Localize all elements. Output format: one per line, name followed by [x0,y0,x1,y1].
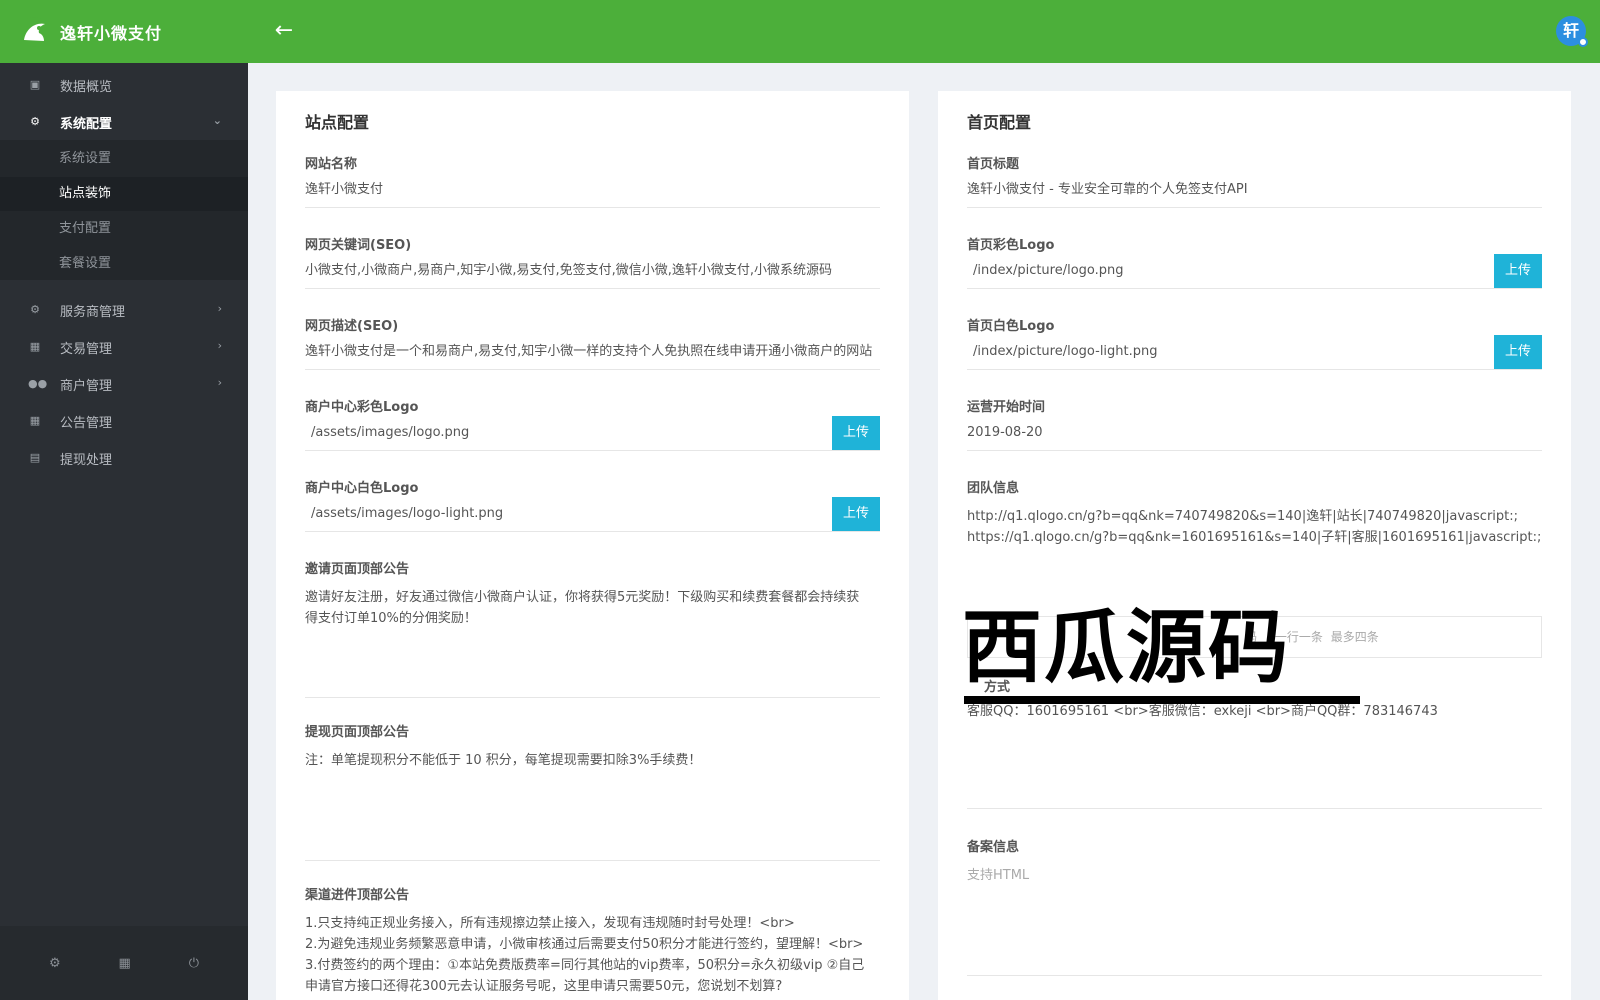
card-title: 首页配置 [967,113,1032,132]
textarea-line: 得支付订单10%的分佣奖励！ [305,611,477,626]
textarea-line: 1.只支持纯正规业务接入，所有违规擦边禁止接入，发现有违规随时封号处理！<br> [305,916,795,931]
textarea-line: 2.为避免违规业务频繁恶意申请，小微审核通过后需要支付50积分才能进行签约，望理… [305,937,864,952]
sidebar-item-transaction-management[interactable]: ▦ 交易管理 › [0,329,248,365]
withdraw-notice-textarea[interactable]: 注：单笔提现积分不能低于 10 积分，每笔提现需要扣除3%手续费！ [305,746,880,861]
upload-button[interactable]: 上传 [832,497,880,531]
sidebar: ▣ 数据概览 ⚙ 系统配置 ⌄ 系统设置 站点装饰 支付配置 套餐设置 ⚙ 服务… [0,63,248,1000]
site-config-card: 站点配置 网站名称 逸轩小微支付 网页关键词(SEO) 小微支付,小微商户,易商… [276,91,909,1000]
keywords-input[interactable]: 小微支付,小微商户,易商户,知宇小微,易支付,免签支付,微信小微,逸轩小微支付,… [305,254,880,289]
textarea-line: http://q1.qlogo.cn/g?b=qq&nk=740749820&s… [967,509,1519,524]
top-header: 逸轩小微支付 ← 轩 [0,0,1600,63]
sidebar-subitem-site-decoration[interactable]: 站点装饰 [0,177,248,211]
home-white-logo-input[interactable]: /index/picture/logo-light.png 上传 [967,335,1542,370]
brand[interactable]: 逸轩小微支付 [0,0,248,63]
textarea-line: 注：单笔提现积分不能低于 10 积分，每笔提现需要扣除3%手续费！ [305,753,702,768]
arrow-left-icon[interactable]: ← [272,18,296,44]
watermark-underline [964,696,1360,704]
gear-icon: ⚙ [30,115,40,128]
sidebar-subitem-package-settings[interactable]: 套餐设置 [0,247,248,281]
sidebar-item-provider-management[interactable]: ⚙ 服务商管理 › [0,292,248,328]
invite-notice-label: 邀请页面顶部公告 [305,562,410,577]
icp-textarea[interactable]: 支持HTML [967,861,1542,976]
avatar[interactable]: 轩 [1556,16,1588,47]
color-logo-label: 商户中心彩色Logo [305,400,419,415]
calendar-icon[interactable]: ▦ [119,956,131,971]
textarea-line: https://q1.qlogo.cn/g?b=qq&nk=1601695161… [967,530,1542,545]
sidebar-item-merchant-management[interactable]: ●● 商户管理 › [0,366,248,402]
users-icon: ●● [28,377,48,390]
chevron-right-icon: › [217,376,222,389]
sidebar-item-label: 商户管理 [60,378,113,394]
keywords-label: 网页关键词(SEO) [305,238,412,253]
sidebar-item-label: 服务商管理 [60,304,126,320]
input-fragment: 最多四条 [1330,630,1379,644]
color-logo-input[interactable]: /assets/images/logo.png 上传 [305,416,880,451]
chevron-right-icon: › [217,302,222,315]
upload-button[interactable]: 上传 [1494,335,1542,369]
sidebar-subitem-system-settings[interactable]: 系统设置 [0,142,248,176]
upload-button[interactable]: 上传 [1494,254,1542,288]
brand-logo-icon [19,16,49,47]
site-name-label: 网站名称 [305,157,358,172]
sidebar-item-system-config[interactable]: ⚙ 系统配置 ⌄ [0,104,248,140]
icp-label: 备案信息 [967,840,1020,855]
sidebar-subitem-payment-config[interactable]: 支付配置 [0,212,248,246]
textarea-placeholder: 支持HTML [967,868,1030,883]
textarea-line: 邀请好友注册，好友通过微信小微商户认证，你将获得5元奖励！下级购买和续费套餐都会… [305,590,860,605]
brand-title: 逸轩小微支付 [60,23,163,43]
home-color-logo-label: 首页彩色Logo [967,238,1055,253]
window-icon: ▣ [29,78,41,91]
gear-icon: ⚙ [30,303,40,316]
home-title-label: 首页标题 [967,157,1020,172]
contact-textarea[interactable]: 客服QQ：1601695161 <br>客服微信：exkeji <br>商户QQ… [967,697,1542,809]
white-logo-value: /assets/images/logo-light.png [311,506,504,521]
money-icon: ▤ [29,451,41,464]
start-date-input[interactable]: 2019-08-20 [967,416,1542,451]
sidebar-submenu: 系统设置 站点装饰 支付配置 套餐设置 [0,140,248,280]
start-date-label: 运营开始时间 [967,400,1046,415]
textarea-line: 申请官方接口还得花300元去认证服务号呢，这里申请只需要50元，您说划不划算? [305,979,783,994]
sidebar-item-label: 数据概览 [60,79,113,95]
white-logo-input[interactable]: /assets/images/logo-light.png 上传 [305,497,880,532]
calendar-icon: ▦ [29,340,41,353]
site-name-input[interactable]: 逸轩小微支付 [305,173,880,208]
sidebar-footer: ⚙ ▦ ⏻ [0,926,248,1000]
chevron-down-icon: ⌄ [212,114,222,127]
watermark-text: 西瓜源码 [962,601,1290,694]
sidebar-item-label: 交易管理 [60,341,113,357]
home-title-input[interactable]: 逸轩小微支付 - 专业安全可靠的个人免签支付API [967,173,1542,208]
home-color-logo-input[interactable]: /index/picture/logo.png 上传 [967,254,1542,289]
textarea-line: 客服QQ：1601695161 <br>客服微信：exkeji <br>商户QQ… [967,704,1438,719]
sidebar-item-announcement-management[interactable]: ▦ 公告管理 [0,403,248,439]
white-logo-label: 商户中心白色Logo [305,481,419,496]
description-input[interactable]: 逸轩小微支付是一个和易商户,易支付,知宇小微一样的支持个人免执照在线申请开通小微… [305,335,880,370]
avatar-text: 轩 [1562,21,1579,40]
sidebar-item-label: 提现处理 [60,452,113,468]
color-logo-value: /assets/images/logo.png [311,425,470,440]
gear-icon[interactable]: ⚙ [49,956,61,971]
home-white-logo-label: 首页白色Logo [967,319,1055,334]
sidebar-item-withdraw-processing[interactable]: ▤ 提现处理 [0,440,248,476]
channel-notice-textarea[interactable]: 1.只支持纯正规业务接入，所有违规擦边禁止接入，发现有违规随时封号处理！<br>… [305,909,880,1000]
textarea-line: 3.付费签约的两个理由：①本站免费版费率=同行其他站的vip费率，50积分=永久… [305,958,865,973]
invite-notice-textarea[interactable]: 邀请好友注册，好友通过微信小微商户认证，你将获得5元奖励！下级购买和续费套餐都会… [305,583,880,698]
home-color-logo-value: /index/picture/logo.png [973,263,1124,278]
sidebar-item-dashboard[interactable]: ▣ 数据概览 [0,67,248,103]
channel-notice-label: 渠道进件顶部公告 [305,888,410,903]
home-white-logo-value: /index/picture/logo-light.png [973,344,1158,359]
home-config-card: 首页配置 首页标题 逸轩小微支付 - 专业安全可靠的个人免签支付API 首页彩色… [938,91,1571,1000]
upload-button[interactable]: 上传 [832,416,880,450]
team-info-label: 团队信息 [967,481,1020,496]
power-icon[interactable]: ⏻ [189,956,199,971]
avatar-badge [1578,37,1588,47]
description-label: 网页描述(SEO) [305,319,399,334]
sidebar-item-label: 系统配置 [60,116,113,132]
team-info-textarea[interactable]: http://q1.qlogo.cn/g?b=qq&nk=740749820&s… [967,502,1542,607]
calendar-icon: ▦ [29,414,41,427]
card-title: 站点配置 [305,113,370,132]
withdraw-notice-label: 提现页面顶部公告 [305,725,410,740]
chevron-right-icon: › [217,339,222,352]
sidebar-item-label: 公告管理 [60,415,113,431]
